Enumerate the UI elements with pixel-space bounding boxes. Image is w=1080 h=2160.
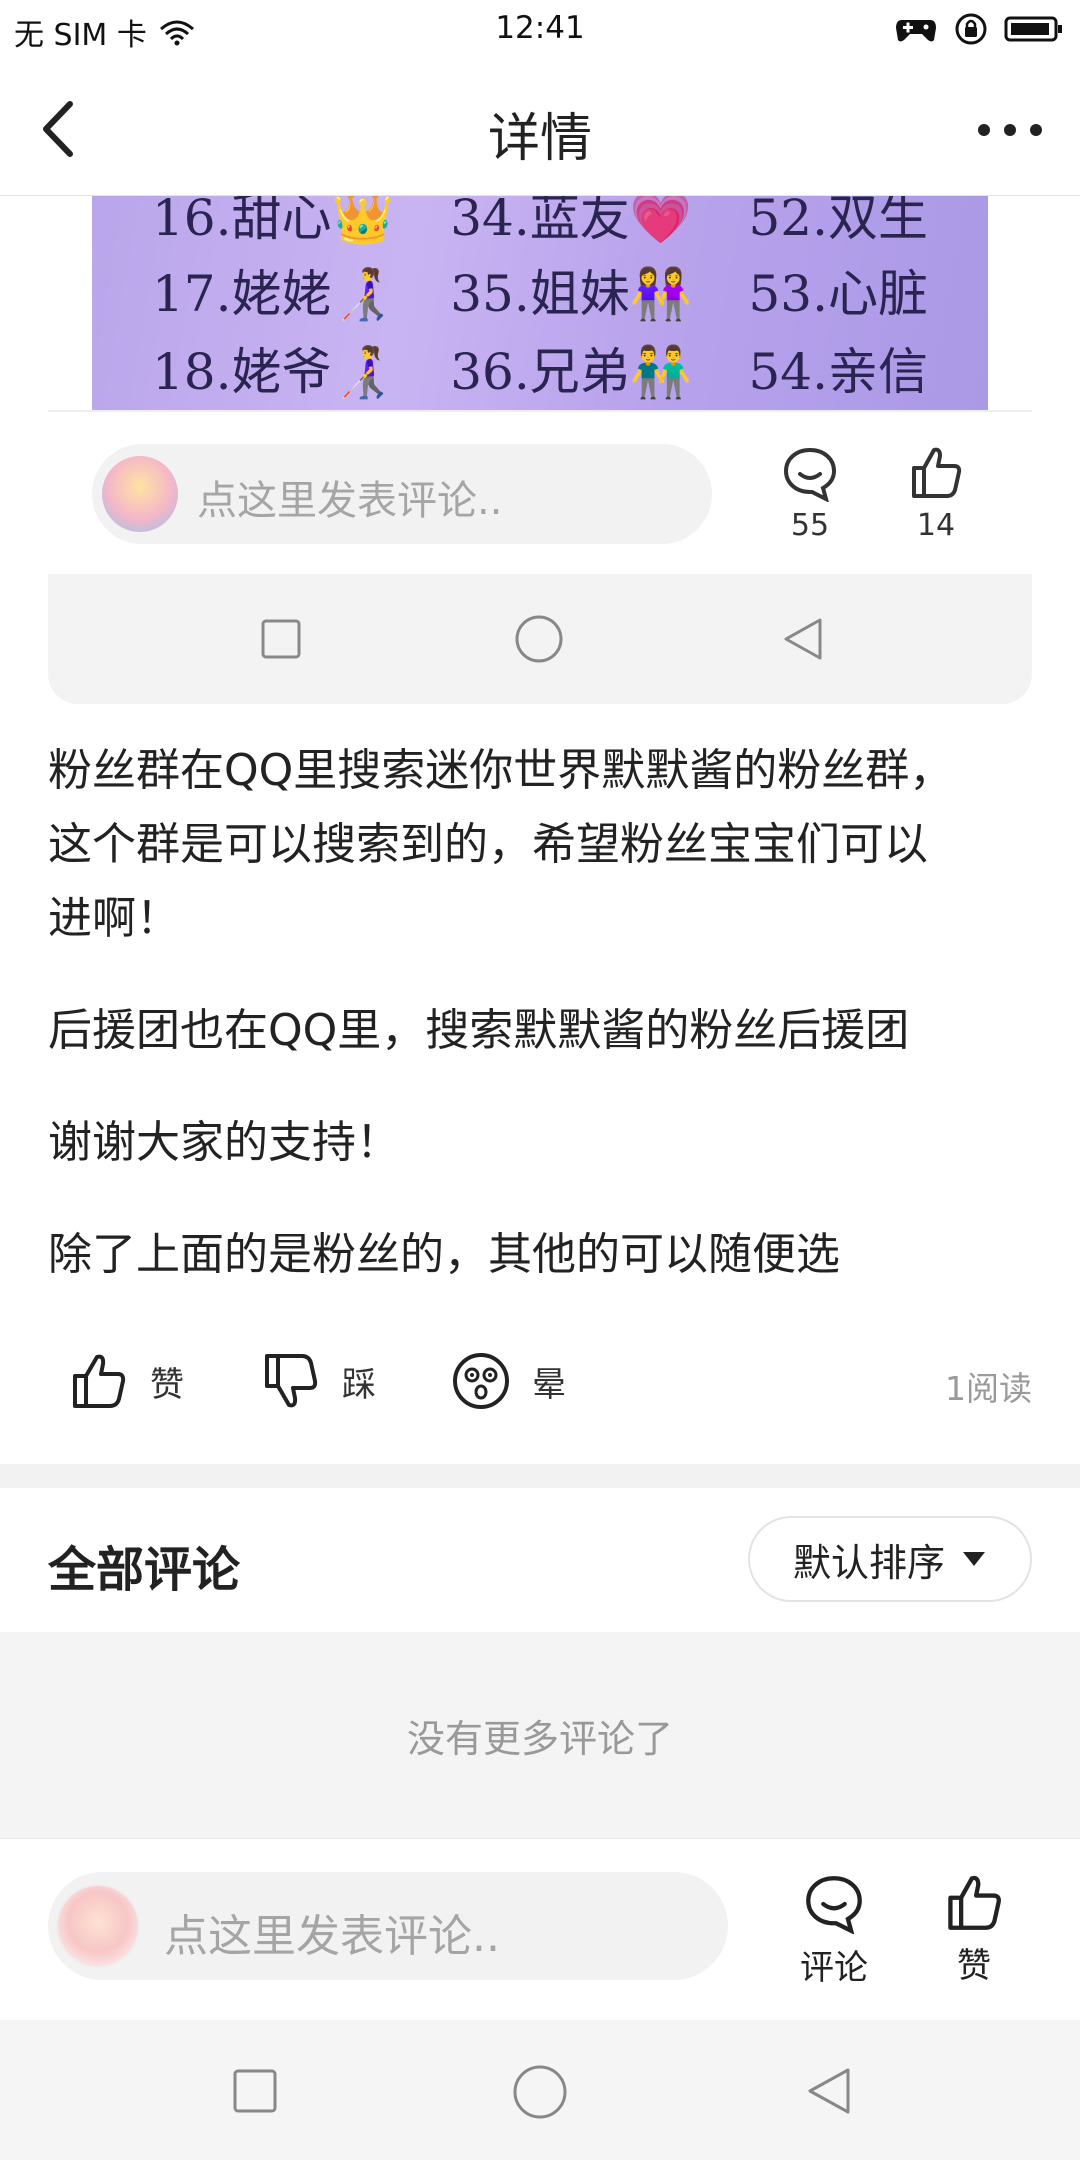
more-dots-icon: [978, 124, 1042, 136]
post-paragraph: 除了上面的是粉丝的，其他的可以随便选: [48, 1229, 840, 1280]
more-button[interactable]: [970, 100, 1050, 160]
rotation-lock-icon: [955, 13, 987, 45]
circle-icon: [515, 615, 563, 663]
thumbs-down-icon: [265, 1354, 318, 1408]
home-circle-icon[interactable]: [512, 2064, 568, 2120]
like-button[interactable]: 赞: [944, 1872, 1004, 1987]
battery-icon: [1004, 16, 1062, 42]
thumbs-up-icon: [948, 1875, 1001, 1930]
square-icon: [261, 619, 301, 659]
system-nav-bar: [0, 2020, 1080, 2160]
image-text-row: 16.甜心👑 34.蓝友💗 52.双生: [152, 196, 928, 247]
page-title: 详情: [487, 109, 592, 169]
comment-icon[interactable]: [782, 446, 838, 502]
post-paragraph: 后援团也在QQ里，搜索默默酱的粉丝后援团: [48, 1005, 910, 1056]
like-reaction-button[interactable]: 赞: [70, 1352, 184, 1410]
avatar: [102, 456, 178, 532]
comment-icon: [806, 1876, 862, 1934]
triangle-back-icon: [784, 618, 822, 660]
divider: [48, 410, 1032, 412]
sort-dropdown[interactable]: 默认排序: [748, 1516, 1032, 1602]
inner-comment-input[interactable]: 点这里发表评论..: [92, 444, 712, 544]
like-count: 14: [916, 508, 956, 543]
like-button-label: 赞: [957, 1946, 991, 1986]
recents-square-icon[interactable]: [232, 2068, 278, 2114]
section-divider: [0, 1464, 1080, 1488]
post-image: 16.甜心👑 34.蓝友💗 52.双生 17.姥姥👩‍🦯 35.姐妹👭 53.心…: [92, 196, 988, 410]
avatar: [56, 1884, 140, 1968]
back-triangle-icon[interactable]: [804, 2066, 854, 2116]
nav-bar: 详情: [0, 60, 1080, 196]
inner-comment-placeholder: 点这里发表评论..: [197, 478, 503, 524]
post-paragraph: 这个群是可以搜索到的，希望粉丝宝宝们可以: [48, 819, 928, 870]
post-paragraph: 谢谢大家的支持！: [48, 1117, 400, 1168]
dizzy-label: 晕: [532, 1364, 566, 1405]
post-paragraph: 进啊！: [48, 893, 180, 944]
dizzy-face-icon: [453, 1353, 509, 1409]
thumbs-up-icon[interactable]: [908, 444, 964, 500]
image-text-row: 18.姥爷👩‍🦯 36.兄弟👬 54.亲信: [152, 343, 928, 401]
status-bar: 无 SIM 卡 12:41: [0, 0, 1080, 60]
comment-count: 55: [790, 508, 830, 543]
image-text-row: 17.姥姥👩‍🦯 35.姐妹👭 53.心脏: [152, 265, 928, 323]
dizzy-reaction-button[interactable]: 晕: [452, 1352, 566, 1410]
no-more-comments: 没有更多评论了: [0, 1632, 1080, 1838]
comment-placeholder: 点这里发表评论..: [164, 1911, 500, 1962]
comment-button[interactable]: 评论: [800, 1874, 868, 1989]
sort-label: 默认排序: [792, 1540, 945, 1585]
embedded-nav-bar: [48, 574, 1032, 704]
comment-input[interactable]: 点这里发表评论..: [48, 1872, 728, 1980]
dislike-reaction-button[interactable]: 踩: [262, 1352, 376, 1410]
caret-down-icon: [963, 1552, 985, 1566]
dislike-label: 踩: [342, 1364, 376, 1405]
thumbs-up-icon: [73, 1354, 126, 1408]
read-count: 1阅读: [945, 1369, 1032, 1408]
like-label: 赞: [150, 1364, 184, 1405]
comment-button-label: 评论: [800, 1948, 868, 1988]
comments-title: 全部评论: [48, 1542, 241, 1598]
status-right: [894, 12, 1064, 46]
gamepad-icon: [896, 20, 936, 42]
no-more-text: 没有更多评论了: [406, 1716, 673, 1761]
post-paragraph: 粉丝群在QQ里搜索迷你世界默默酱的粉丝群，: [48, 745, 954, 796]
